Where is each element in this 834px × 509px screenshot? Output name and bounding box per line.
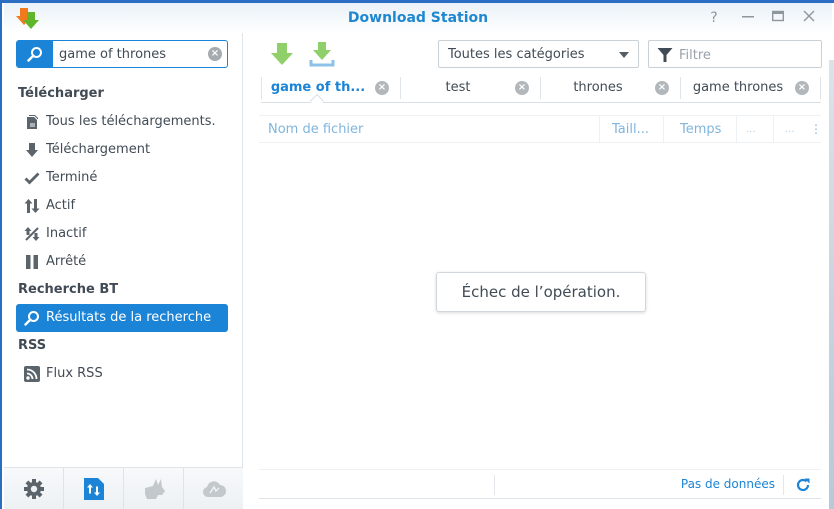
nav-item-label: Inactif (46, 226, 87, 241)
tab-close-icon[interactable]: × (655, 81, 669, 95)
rss-icon (24, 366, 40, 382)
tab-game-of-thrones[interactable]: game of th... × (261, 74, 401, 109)
section-title-rss: RSS (18, 338, 47, 353)
status-bar: Pas de données (259, 469, 821, 499)
category-select-value: Toutes les catégories (448, 47, 585, 62)
clear-search-icon[interactable]: × (208, 47, 222, 61)
cloud-icon (202, 480, 226, 497)
results-grid-header: Nom de fichier Taill... Temps ... ... ⋮ (259, 115, 821, 143)
filter-input[interactable] (679, 46, 817, 64)
search-button[interactable] (17, 41, 53, 67)
nav-item-label: Terminé (46, 170, 98, 185)
column-header-col4[interactable]: ... (736, 116, 773, 143)
emule-button[interactable] (124, 468, 184, 509)
search-box: × (16, 40, 228, 68)
sidebar-footer (4, 467, 243, 509)
tab-thrones[interactable]: thrones × (541, 74, 681, 102)
nav-item-label: Arrêté (46, 254, 87, 269)
nav-item-label: Actif (46, 198, 76, 213)
help-button[interactable]: ? (704, 8, 724, 28)
pause-icon (26, 255, 38, 269)
title-bar: Download Station ? (4, 3, 832, 33)
column-options-icon[interactable]: ⋮ (810, 116, 821, 143)
up-down-arrows-icon (24, 199, 40, 213)
filter-box (648, 40, 822, 68)
tab-label: game of th... (270, 80, 366, 95)
close-icon (803, 10, 815, 22)
main-panel: Toutes les catégories game of th... × te… (244, 33, 830, 509)
minimize-button[interactable] (738, 8, 758, 28)
tab-close-icon[interactable]: × (795, 81, 809, 95)
nav-item-label: Tous les téléchargements. (46, 114, 216, 129)
transfer-button[interactable] (64, 468, 124, 509)
refresh-icon[interactable] (795, 477, 811, 493)
download-tray-icon[interactable] (309, 41, 335, 67)
column-header-filename[interactable]: Nom de fichier (268, 116, 598, 143)
sidebar: × Télécharger Tous les téléchargements. … (4, 33, 243, 509)
nav-item-stopped[interactable]: Arrêté (16, 248, 228, 276)
transfer-file-icon (83, 477, 104, 500)
nav-item-rss-feeds[interactable]: Flux RSS (16, 360, 228, 388)
all-downloads-icon (27, 115, 38, 129)
tab-label: test (445, 80, 471, 95)
nav-item-all-downloads[interactable]: Tous les téléchargements. (16, 108, 228, 136)
nav-item-search-results[interactable]: Résultats de la recherche (16, 304, 228, 332)
chevron-down-icon (619, 52, 629, 58)
column-header-time[interactable]: Temps (663, 116, 736, 143)
tab-label: thrones (573, 80, 623, 95)
nav-item-label: Flux RSS (46, 366, 103, 381)
nav-item-downloading[interactable]: Téléchargement (16, 136, 228, 164)
tab-close-icon[interactable]: × (515, 81, 529, 95)
close-button[interactable] (799, 8, 819, 28)
inactive-arrows-icon (24, 227, 40, 241)
tab-test[interactable]: test × (401, 74, 541, 102)
checkmark-icon (24, 172, 40, 185)
active-tab-pointer (309, 93, 325, 109)
column-header-col5[interactable]: ... (773, 116, 810, 143)
status-separator (494, 475, 495, 495)
error-message: Échec de l’opération. (436, 272, 646, 312)
download-station-window: Download Station ? × Télécharger (0, 0, 834, 509)
tab-game-thrones[interactable]: game thrones × (681, 74, 821, 102)
donkey-icon (144, 478, 165, 499)
cloud-button[interactable] (184, 468, 243, 509)
status-separator (783, 475, 784, 495)
download-icon[interactable] (269, 41, 295, 67)
download-arrow-icon (26, 143, 38, 157)
category-select[interactable]: Toutes les catégories (438, 40, 639, 68)
maximize-button[interactable] (768, 8, 788, 28)
search-icon (24, 311, 39, 326)
section-title-telecharger: Télécharger (18, 86, 104, 101)
nav-item-finished[interactable]: Terminé (16, 164, 228, 192)
settings-button[interactable] (4, 468, 64, 509)
status-text: Pas de données (680, 477, 775, 491)
tab-close-icon[interactable]: × (375, 81, 389, 95)
section-title-recherche-bt: Recherche BT (18, 282, 119, 297)
nav-item-active[interactable]: Actif (16, 192, 228, 220)
nav-item-inactive[interactable]: Inactif (16, 220, 228, 248)
gear-icon (23, 478, 44, 499)
search-input[interactable] (59, 45, 199, 63)
nav-item-label: Téléchargement (46, 142, 151, 157)
filter-funnel-icon (657, 48, 673, 62)
column-header-size[interactable]: Taill... (599, 116, 663, 143)
maximize-icon (771, 10, 785, 22)
search-tabs: game of th... × test × thrones × game th… (261, 74, 821, 109)
minimize-icon (742, 16, 754, 18)
tab-label: game thrones (692, 80, 784, 95)
search-icon (27, 47, 42, 62)
nav-item-label: Résultats de la recherche (46, 310, 212, 325)
tab-separator (820, 77, 821, 99)
background-window-edge (829, 60, 834, 509)
